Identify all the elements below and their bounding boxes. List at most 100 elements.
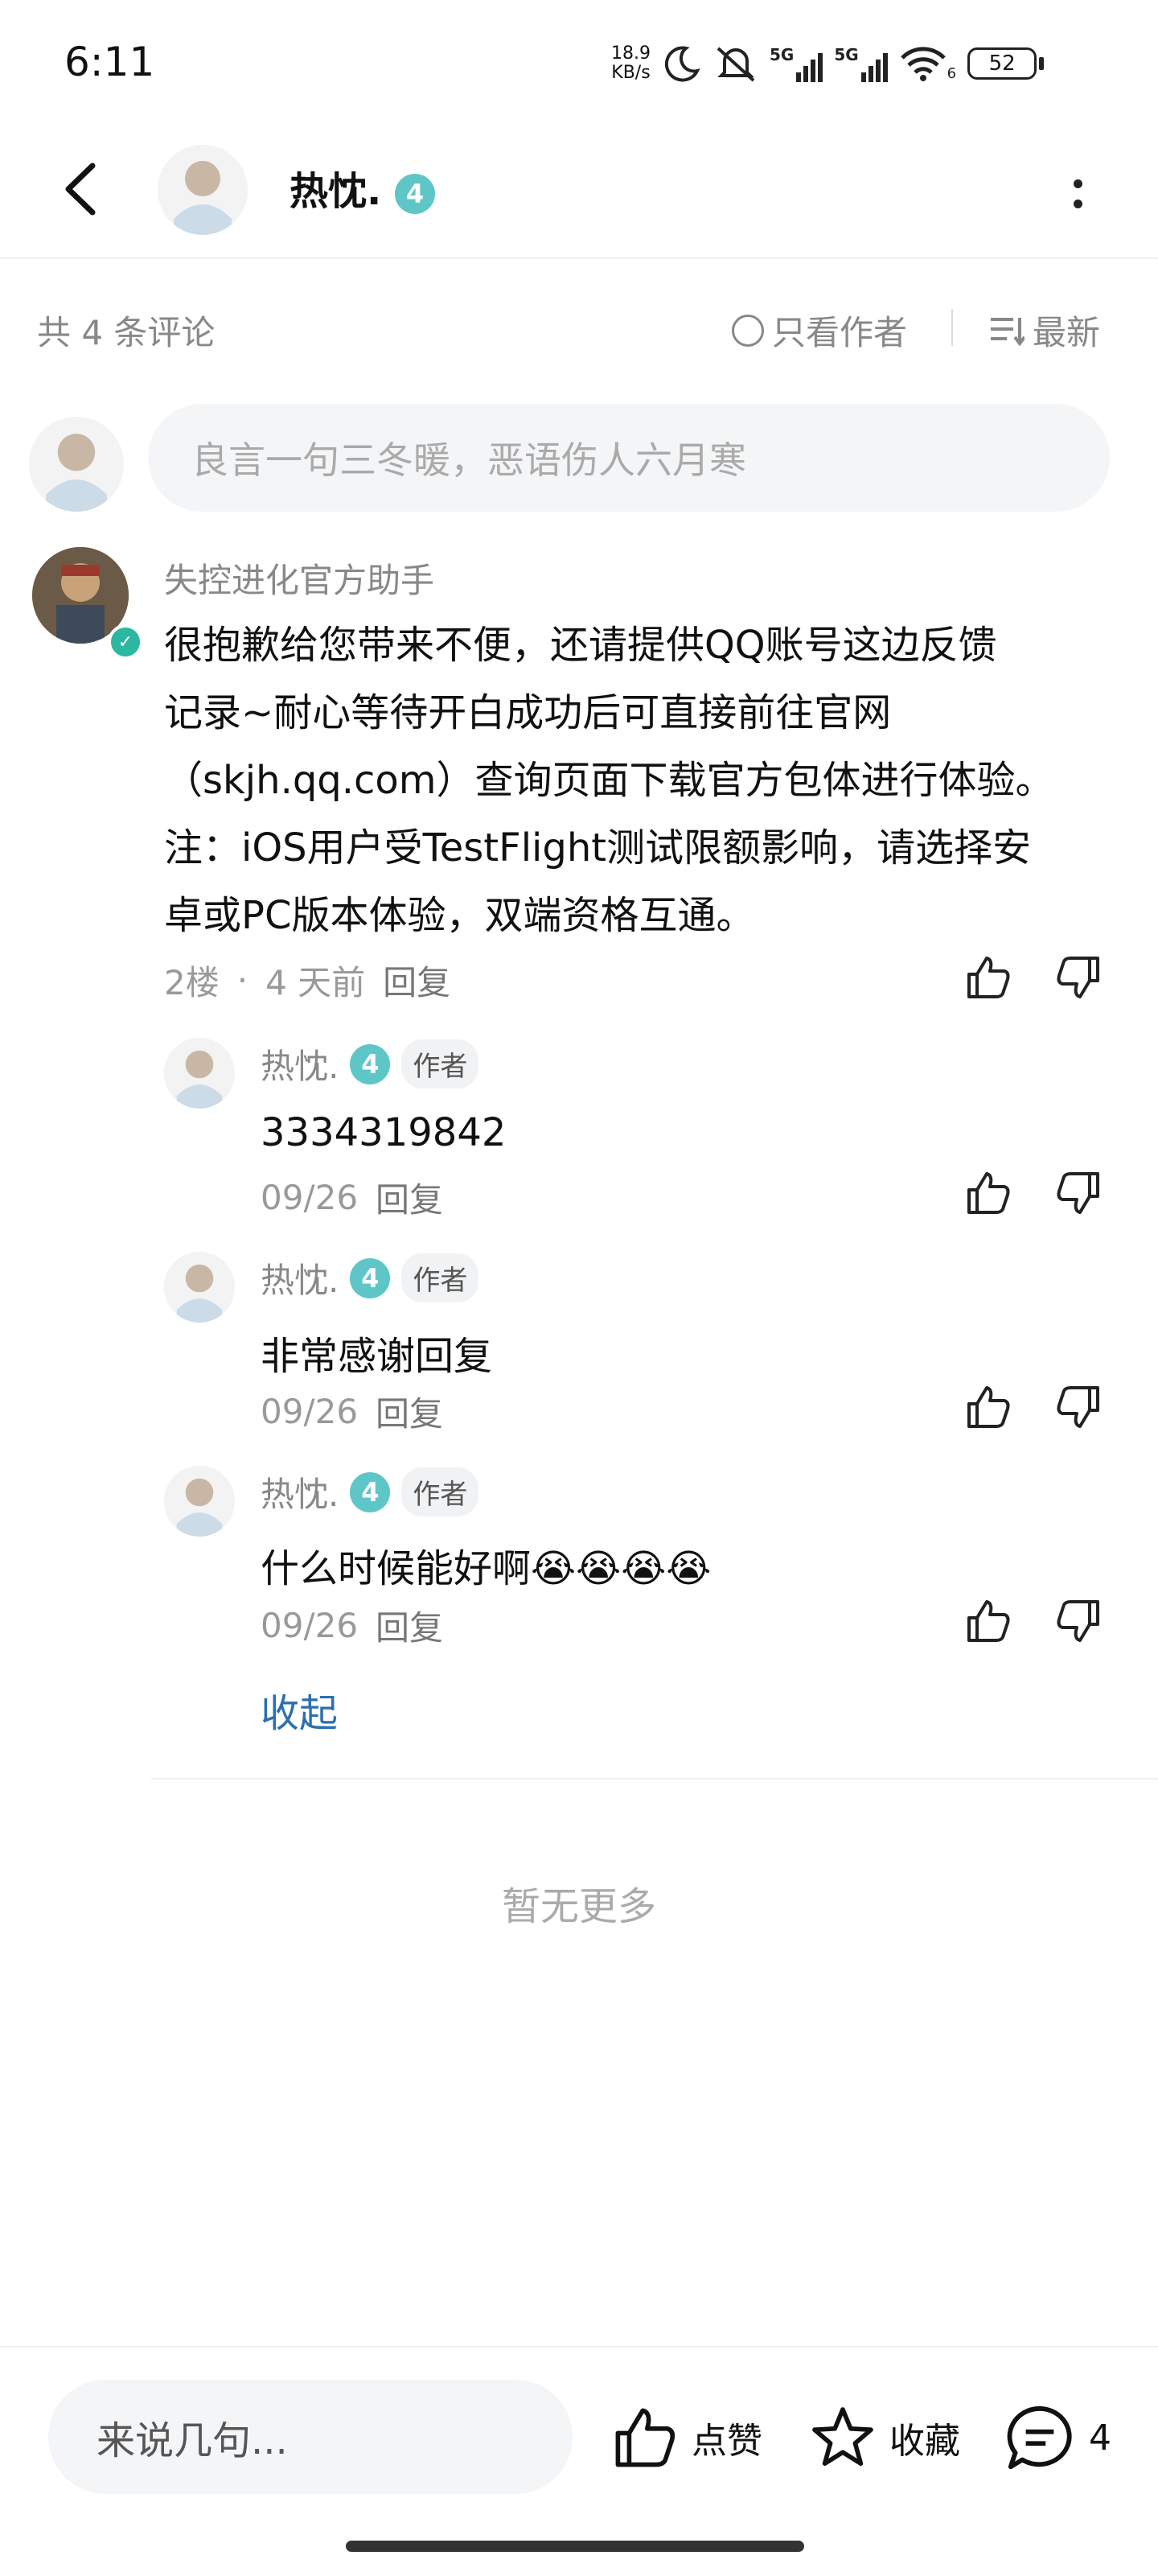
reply-author-name: 热忱. (261, 1047, 339, 1086)
favorite-button[interactable]: 收藏 (809, 2401, 960, 2475)
thumbs-down-icon (1057, 1600, 1099, 1642)
only-author-label: 只看作者 (772, 313, 908, 352)
reply-author-name: 热忱. (261, 1261, 339, 1300)
like-button[interactable] (962, 1595, 1015, 1648)
comment-time: 4 天前 (265, 963, 366, 1002)
page-header: 热忱. 4 (0, 129, 1158, 259)
thumbs-up-icon (615, 2408, 676, 2467)
comment-bubble-icon (1007, 2405, 1072, 2470)
meta-dot: · (236, 961, 248, 1000)
comments-button[interactable]: 4 (1004, 2401, 1111, 2475)
dislike-button[interactable] (1052, 951, 1105, 1004)
crying-emoji-icon: 😭😭😭😭 (531, 1546, 712, 1591)
back-button[interactable] (51, 153, 108, 225)
reply-avatar[interactable] (164, 1466, 235, 1537)
level-badge: 4 (350, 1471, 391, 1512)
dislike-button[interactable] (1052, 1595, 1105, 1648)
like-post-button[interactable]: 点赞 (611, 2401, 762, 2475)
status-time: 6:11 (64, 39, 155, 85)
comment-meta: 2楼 · 4 天前 回复 (164, 956, 450, 1005)
comment-line: 注：iOS用户受TestFlight测试限额影响，请选择安 (164, 825, 1032, 870)
signal-2: 5G (834, 45, 888, 82)
reply-author-name: 热忱. (261, 1475, 339, 1514)
thumbs-up-icon (967, 957, 1010, 998)
floor-label: 2楼 (164, 963, 220, 1002)
moon-icon (664, 46, 700, 82)
wifi-icon: 6 (899, 45, 956, 82)
more-vertical-icon (1073, 179, 1082, 188)
comment-body: 很抱歉给您带来不便，还请提供QQ账号这边反馈 记录~耐心等待开白成功后可直接前往… (164, 611, 1113, 949)
chevron-left-icon (65, 163, 96, 216)
thumbs-up-icon (967, 1386, 1010, 1428)
comment-input[interactable]: 良言一句三冬暖，恶语伤人六月寒 (148, 404, 1110, 512)
like-button[interactable] (962, 1167, 1015, 1220)
comment-count-badge: 4 (1089, 2417, 1111, 2459)
sort-button[interactable]: 最新 (989, 306, 1100, 355)
reply-author[interactable]: 热忱. 4 作者 (261, 1039, 479, 1088)
level-badge: 4 (394, 174, 435, 214)
like-label: 点赞 (692, 2421, 762, 2462)
dislike-button[interactable] (1052, 1167, 1105, 1220)
thumbs-down-icon (1057, 1386, 1099, 1428)
like-button[interactable] (962, 951, 1015, 1004)
reply-meta: 09/26 回复 (261, 1173, 443, 1222)
collapse-button[interactable]: 收起 (261, 1681, 338, 1738)
reply-button[interactable]: 回复 (376, 1173, 443, 1222)
reply-meta: 09/26 回复 (261, 1601, 443, 1650)
sort-icon (991, 317, 1025, 346)
reply-text: 什么时候能好啊😭😭😭😭 (261, 1537, 711, 1593)
my-avatar (29, 417, 124, 512)
divider (951, 309, 953, 346)
signal-label-1: 5G (769, 45, 795, 64)
header-name: 热忱. (290, 169, 382, 214)
reply-avatar[interactable] (164, 1252, 235, 1323)
wifi-sub: 6 (947, 65, 957, 82)
reply-button[interactable]: 回复 (376, 1601, 443, 1650)
comment-line: 卓或PC版本体验，双端资格互通。 (164, 893, 755, 938)
reply-author[interactable]: 热忱. 4 作者 (261, 1467, 479, 1516)
comment-line: 很抱歉给您带来不便，还请提供QQ账号这边反馈 (164, 623, 997, 668)
bottom-comment-input[interactable]: 来说几句... (48, 2380, 573, 2494)
no-more-label: 暂无更多 (501, 1884, 656, 1929)
reply-avatar[interactable] (164, 1038, 235, 1109)
reply-meta: 09/26 回复 (261, 1387, 443, 1436)
reply-text-content: 什么时候能好啊 (261, 1546, 532, 1591)
home-indicator[interactable] (346, 2541, 804, 2552)
net-speed-value: 18.9 (611, 43, 651, 64)
like-button[interactable] (962, 1381, 1015, 1434)
star-icon (812, 2407, 873, 2466)
level-badge: 4 (350, 1257, 391, 1298)
comment-author[interactable]: 失控进化官方助手 (164, 553, 434, 603)
reply-author[interactable]: 热忱. 4 作者 (261, 1253, 479, 1302)
comment-count: 共 4 条评论 (37, 313, 216, 352)
signal-label-2: 5G (834, 45, 859, 64)
mute-icon (717, 47, 755, 82)
radio-circle-icon (732, 314, 764, 347)
net-speed-unit: KB/s (611, 63, 651, 83)
thumbs-down-icon (1057, 1172, 1099, 1214)
author-tag: 作者 (401, 1039, 479, 1088)
thumbs-up-icon (967, 1600, 1010, 1642)
thumbs-up-icon (967, 1172, 1010, 1214)
comment-line: （skjh.qq.com）查询页面下载官方包体进行体验。 (164, 758, 1054, 803)
net-speed: 18.9 KB/s (611, 44, 651, 83)
verified-check-icon: ✓ (108, 624, 143, 660)
thumbs-down-icon (1057, 957, 1099, 998)
reply-text: 3334319842 (261, 1110, 507, 1155)
reply-date: 09/26 (261, 1606, 359, 1645)
reply-button[interactable]: 回复 (383, 956, 450, 1005)
reply-button[interactable]: 回复 (376, 1387, 443, 1436)
signal-1: 5G (770, 45, 823, 82)
favorite-label: 收藏 (889, 2421, 960, 2462)
reply-date: 09/26 (261, 1392, 359, 1431)
battery-icon: 52 (967, 47, 1037, 80)
more-button[interactable] (1062, 158, 1094, 230)
separator (151, 1778, 1158, 1780)
level-badge: 4 (350, 1043, 391, 1084)
dislike-button[interactable] (1052, 1381, 1105, 1434)
author-tag: 作者 (401, 1253, 479, 1302)
avatar[interactable] (158, 145, 248, 235)
author-tag: 作者 (401, 1467, 479, 1516)
only-author-toggle[interactable]: 只看作者 (732, 306, 907, 355)
header-title: 热忱. 4 (290, 159, 435, 216)
